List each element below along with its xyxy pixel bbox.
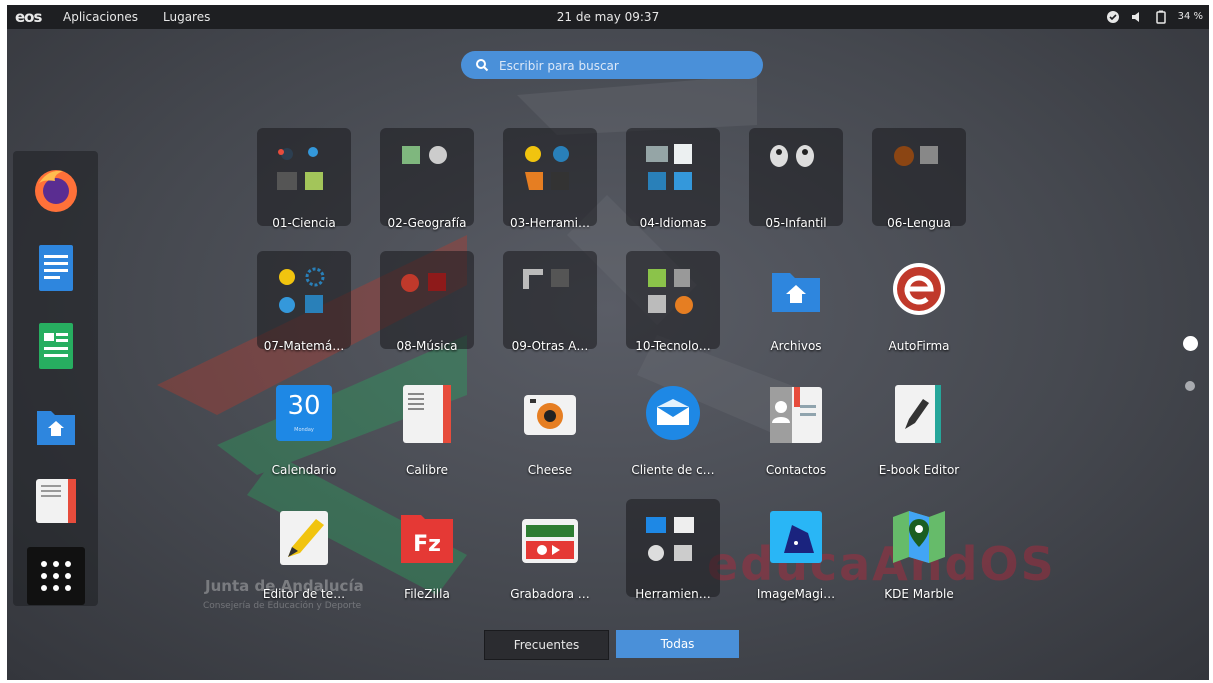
firefox-icon[interactable] [33, 165, 79, 215]
folder-preview-icon [894, 146, 938, 166]
app-label: ImageMagi… [756, 587, 836, 601]
folder-preview-icon [523, 269, 569, 289]
app-filezilla[interactable]: Fz FileZilla [368, 501, 486, 601]
map-icon [893, 511, 945, 563]
calendar-weekday: Monday [294, 427, 314, 433]
mail-client-icon [646, 386, 700, 440]
contacts-icon [770, 387, 822, 443]
page-indicator[interactable] [1185, 381, 1195, 391]
view-switcher: Frecuentes Todas [484, 630, 739, 660]
calc-icon[interactable] [33, 321, 79, 371]
app-label: Calibre [405, 463, 449, 477]
app-autofirma[interactable]: AutoFirma [860, 253, 978, 353]
folder-preview-icon [770, 145, 814, 167]
folder-label: 02-Geografía [387, 216, 467, 230]
show-apps-icon[interactable] [27, 547, 85, 605]
folder-label: 04-Idiomas [639, 216, 707, 230]
folder-label: 05-Infantil [765, 216, 827, 230]
watermark-consejeria: Consejería de Educación y Deporte [203, 601, 362, 611]
folder-label: 07-Matemá… [263, 339, 345, 353]
folder-preview-icon [401, 273, 446, 292]
folder-label: 06-Lengua [887, 216, 951, 230]
system-tray[interactable]: 34 % [1106, 5, 1203, 29]
folder-preview-icon [646, 144, 692, 190]
app-label: KDE Marble [884, 587, 954, 601]
folder-10-tecnologia[interactable]: 10-Tecnolo… [614, 251, 732, 353]
folder-preview-icon [279, 267, 325, 313]
volume-icon[interactable] [1130, 10, 1144, 24]
app-label: Calendario [271, 463, 337, 477]
sound-recorder-icon [522, 519, 578, 563]
folder-label: 03-Herrami… [509, 216, 591, 230]
folder-preview-icon [402, 146, 447, 164]
search-bar[interactable] [461, 51, 763, 79]
folder-07-matematicas[interactable]: 07-Matemá… [245, 251, 363, 353]
calibre-icon [403, 385, 451, 443]
folder-06-lengua[interactable]: 06-Lengua [860, 128, 978, 230]
app-label: AutoFirma [888, 339, 950, 353]
folder-01-ciencia[interactable]: 01-Ciencia [245, 128, 363, 230]
folder-09-otras[interactable]: 09-Otras A… [491, 251, 609, 353]
folder-05-infantil[interactable]: 05-Infantil [737, 128, 855, 230]
folder-preview-icon [277, 147, 323, 190]
tab-frequent[interactable]: Frecuentes [484, 630, 609, 660]
tab-all[interactable]: Todas [616, 630, 739, 658]
files-icon [772, 273, 820, 312]
folder-03-herramientas[interactable]: 03-Herrami… [491, 128, 609, 230]
folder-02-geografia[interactable]: 02-Geografía [368, 128, 486, 230]
folder-label: 09-Otras A… [511, 339, 589, 353]
folder-label: 10-Tecnolo… [635, 339, 711, 353]
folder-preview-icon [648, 269, 693, 314]
svg-text:Fz: Fz [413, 532, 441, 557]
app-ebook-editor[interactable]: E-book Editor [860, 377, 978, 477]
search-input[interactable] [497, 56, 751, 76]
folder-label: 01-Ciencia [272, 216, 336, 230]
app-contactos[interactable]: Contactos [737, 377, 855, 477]
app-label: E-book Editor [878, 463, 960, 477]
filezilla-icon: Fz [401, 515, 453, 563]
app-label: Grabadora … [510, 587, 590, 601]
folder-herramientas[interactable]: Herramien… [614, 499, 732, 601]
check-icon[interactable] [1106, 10, 1120, 24]
app-calibre[interactable]: Calibre [368, 377, 486, 477]
top-bar: eos Aplicaciones Lugares 21 de may 09:37… [7, 5, 1209, 29]
app-cheese[interactable]: Cheese [491, 377, 609, 477]
app-label: Archivos [770, 339, 822, 353]
autofirma-icon [893, 263, 945, 315]
clock[interactable]: 21 de may 09:37 [7, 5, 1209, 29]
ebook-editor-icon [895, 385, 941, 443]
writer-icon[interactable] [33, 243, 79, 293]
battery-percent: 34 % [1177, 11, 1203, 22]
imagemagick-icon [770, 511, 822, 563]
search-icon [476, 59, 489, 72]
folder-08-musica[interactable]: 08-Música [368, 251, 486, 353]
app-label: Editor de te… [262, 587, 346, 601]
app-editor-texto[interactable]: Editor de te… [245, 501, 363, 601]
app-label: Cliente de c… [631, 463, 715, 477]
app-grabadora[interactable]: Grabadora … [491, 501, 609, 601]
files-icon[interactable] [33, 401, 79, 451]
app-label: Cheese [527, 463, 573, 477]
app-archivos[interactable]: Archivos [737, 253, 855, 353]
app-kde-marble[interactable]: KDE Marble [860, 501, 978, 601]
battery-icon[interactable] [1154, 10, 1168, 24]
camera-icon [524, 395, 576, 435]
app-cliente-correo[interactable]: Cliente de c… [614, 377, 732, 477]
app-calendario[interactable]: 30 Monday Calendario [245, 377, 363, 477]
ebook-reader-icon[interactable] [33, 475, 79, 525]
app-imagemagick[interactable]: ImageMagi… [737, 501, 855, 601]
text-editor-icon [280, 511, 328, 565]
dock [13, 151, 98, 606]
folder-preview-icon [646, 517, 694, 561]
folder-label: Herramien… [635, 587, 711, 601]
app-label: FileZilla [404, 587, 450, 601]
calendar-day: 30 [287, 391, 321, 421]
folder-preview-icon [525, 146, 569, 190]
app-label: Contactos [765, 463, 827, 477]
folder-label: 08-Música [396, 339, 458, 353]
desktop-screen: Junta de Andalucía Consejería de Educaci… [7, 5, 1209, 680]
page-indicator-active[interactable] [1183, 336, 1198, 351]
folder-04-idiomas[interactable]: 04-Idiomas [614, 128, 732, 230]
